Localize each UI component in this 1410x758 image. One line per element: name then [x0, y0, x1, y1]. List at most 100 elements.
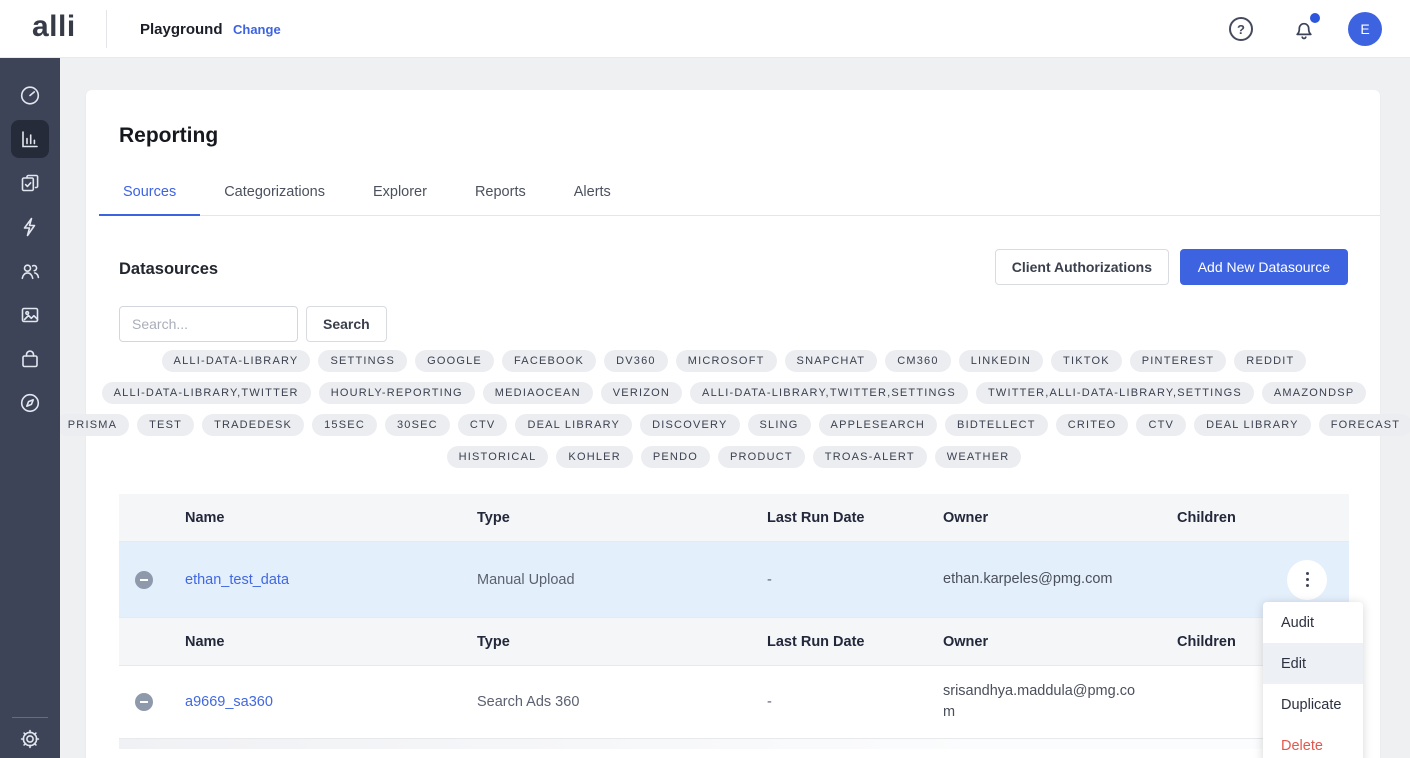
tag-chip[interactable]: DV360 — [604, 350, 668, 372]
tag-chip[interactable]: BIDTELLECT — [945, 414, 1048, 436]
tag-chip[interactable]: CM360 — [885, 350, 950, 372]
tag-chip[interactable]: MEDIAOCEAN — [483, 382, 593, 404]
datasource-name-link[interactable]: a9669_sa360 — [185, 694, 477, 710]
table-header: Name Type Last Run Date Owner Children — [119, 618, 1349, 666]
tag-chip[interactable]: GOOGLE — [415, 350, 494, 372]
sidebar-item-settings[interactable] — [11, 720, 49, 758]
tag-chip[interactable]: CTV — [458, 414, 508, 436]
tag-chip[interactable]: TRADEDESK — [202, 414, 304, 436]
tag-chip[interactable]: SNAPCHAT — [785, 350, 878, 372]
menu-item-audit[interactable]: Audit — [1263, 602, 1363, 643]
gear-icon — [18, 727, 42, 751]
sidebar-item-marketplace[interactable] — [11, 340, 49, 378]
datasource-type: Search Ads 360 — [477, 694, 767, 710]
topbar-divider — [106, 10, 107, 48]
notifications-bell-icon[interactable] — [1291, 16, 1317, 42]
sidebar-item-explore[interactable] — [11, 384, 49, 422]
tab-explorer[interactable]: Explorer — [349, 169, 451, 216]
tag-filter-area: ALLI-DATA-LIBRARY SETTINGS GOOGLE FACEBO… — [119, 350, 1349, 478]
tag-chip[interactable]: TROAS-ALERT — [813, 446, 927, 468]
tag-chip[interactable]: MICROSOFT — [676, 350, 777, 372]
tag-chip[interactable]: TWITTER,ALLI-DATA-LIBRARY,SETTINGS — [976, 382, 1254, 404]
collapse-row-icon[interactable] — [135, 693, 153, 711]
tag-chip[interactable]: HISTORICAL — [447, 446, 549, 468]
tag-chip[interactable]: CRITEO — [1056, 414, 1129, 436]
menu-item-delete[interactable]: Delete — [1263, 725, 1363, 758]
datasource-last-run: - — [767, 572, 943, 588]
tag-chip[interactable]: ALLI-DATA-LIBRARY — [162, 350, 311, 372]
col-type: Type — [477, 634, 767, 650]
help-icon[interactable]: ? — [1229, 17, 1253, 41]
user-avatar[interactable]: E — [1348, 12, 1382, 46]
menu-item-duplicate[interactable]: Duplicate — [1263, 684, 1363, 725]
tag-chip[interactable]: ALLI-DATA-LIBRARY,TWITTER — [102, 382, 311, 404]
users-icon — [18, 259, 42, 283]
search-input[interactable] — [119, 306, 298, 342]
tag-chip[interactable]: PRODUCT — [718, 446, 805, 468]
tag-chip[interactable]: SLING — [748, 414, 811, 436]
tag-chip[interactable]: SETTINGS — [318, 350, 407, 372]
tag-chip[interactable]: 15SEC — [312, 414, 377, 436]
sidebar-item-audiences[interactable] — [11, 252, 49, 290]
section-title: Datasources — [119, 260, 218, 279]
search-button[interactable]: Search — [306, 306, 387, 342]
tag-chip[interactable]: FORECAST — [1319, 414, 1410, 436]
sidebar-item-tasks[interactable] — [11, 164, 49, 202]
change-workspace-link[interactable]: Change — [233, 22, 281, 37]
alli-logo[interactable]: alli — [32, 10, 76, 44]
menu-item-edit[interactable]: Edit — [1263, 643, 1363, 684]
tag-chip[interactable]: TIKTOK — [1051, 350, 1122, 372]
datasource-name-link[interactable]: ethan_test_data — [185, 572, 477, 588]
tab-alerts[interactable]: Alerts — [550, 169, 635, 216]
tag-chip[interactable]: PENDO — [641, 446, 710, 468]
tab-categorizations[interactable]: Categorizations — [200, 169, 349, 216]
tag-row: HISTORICAL KOHLER PENDO PRODUCT TROAS-AL… — [119, 446, 1349, 468]
tag-chip[interactable]: VERIZON — [601, 382, 682, 404]
sidebar-item-dashboard[interactable] — [11, 76, 49, 114]
table-header: Name Type Last Run Date Owner Children — [119, 494, 1349, 542]
tag-chip[interactable]: DEAL LIBRARY — [515, 414, 632, 436]
datasources-table: Name Type Last Run Date Owner Children e… — [119, 494, 1349, 749]
tag-chip[interactable]: CTV — [1136, 414, 1186, 436]
tab-reports[interactable]: Reports — [451, 169, 550, 216]
row-context-menu: Audit Edit Duplicate Delete — [1263, 602, 1363, 758]
sidebar-divider — [12, 717, 48, 718]
bag-icon — [18, 347, 42, 371]
collapse-row-icon[interactable] — [135, 571, 153, 589]
table-row[interactable]: a9669_sa360 Search Ads 360 - srisandhya.… — [119, 666, 1349, 739]
tag-chip[interactable]: AMAZONDSP — [1262, 382, 1366, 404]
tag-chip[interactable]: FACEBOOK — [502, 350, 596, 372]
col-type: Type — [477, 510, 767, 526]
tag-row: PRISMA TEST TRADEDESK 15SEC 30SEC CTV DE… — [119, 414, 1349, 436]
sidebar-item-reporting[interactable] — [11, 120, 49, 158]
sidebar-item-activations[interactable] — [11, 208, 49, 246]
tag-chip[interactable]: WEATHER — [935, 446, 1022, 468]
add-new-datasource-button[interactable]: Add New Datasource — [1180, 249, 1348, 285]
tag-chip[interactable]: KOHLER — [556, 446, 632, 468]
tag-chip[interactable]: DISCOVERY — [640, 414, 739, 436]
tag-chip[interactable]: PINTEREST — [1130, 350, 1227, 372]
tab-sources[interactable]: Sources — [99, 169, 200, 216]
table-row[interactable]: ethan_test_data Manual Upload - ethan.ka… — [119, 542, 1349, 618]
tag-chip[interactable]: TEST — [137, 414, 194, 436]
compass-icon — [18, 391, 42, 415]
tag-chip[interactable]: REDDIT — [1234, 350, 1306, 372]
tag-chip[interactable]: PRISMA — [56, 414, 129, 436]
next-table-header-peek — [119, 739, 1349, 749]
datasource-owner: ethan.karpeles@pmg.com — [943, 569, 1177, 590]
tag-chip[interactable]: LINKEDIN — [959, 350, 1043, 372]
tab-bar: Sources Categorizations Explorer Reports… — [99, 169, 1380, 216]
clipboard-check-icon — [18, 171, 42, 195]
tag-chip[interactable]: ALLI-DATA-LIBRARY,TWITTER,SETTINGS — [690, 382, 968, 404]
tag-chip[interactable]: HOURLY-REPORTING — [319, 382, 475, 404]
col-last-run: Last Run Date — [767, 510, 943, 526]
client-authorizations-button[interactable]: Client Authorizations — [995, 249, 1169, 285]
tag-chip[interactable]: DEAL LIBRARY — [1194, 414, 1311, 436]
tag-chip[interactable]: APPLESEARCH — [819, 414, 938, 436]
workspace-name: Playground — [140, 21, 223, 38]
row-actions-kebab-icon[interactable] — [1287, 560, 1327, 600]
sidebar-item-media[interactable] — [11, 296, 49, 334]
tag-chip[interactable]: 30SEC — [385, 414, 450, 436]
app-root: alli Playground Change ? E — [0, 0, 1410, 758]
top-bar: alli Playground Change ? E — [0, 0, 1410, 58]
